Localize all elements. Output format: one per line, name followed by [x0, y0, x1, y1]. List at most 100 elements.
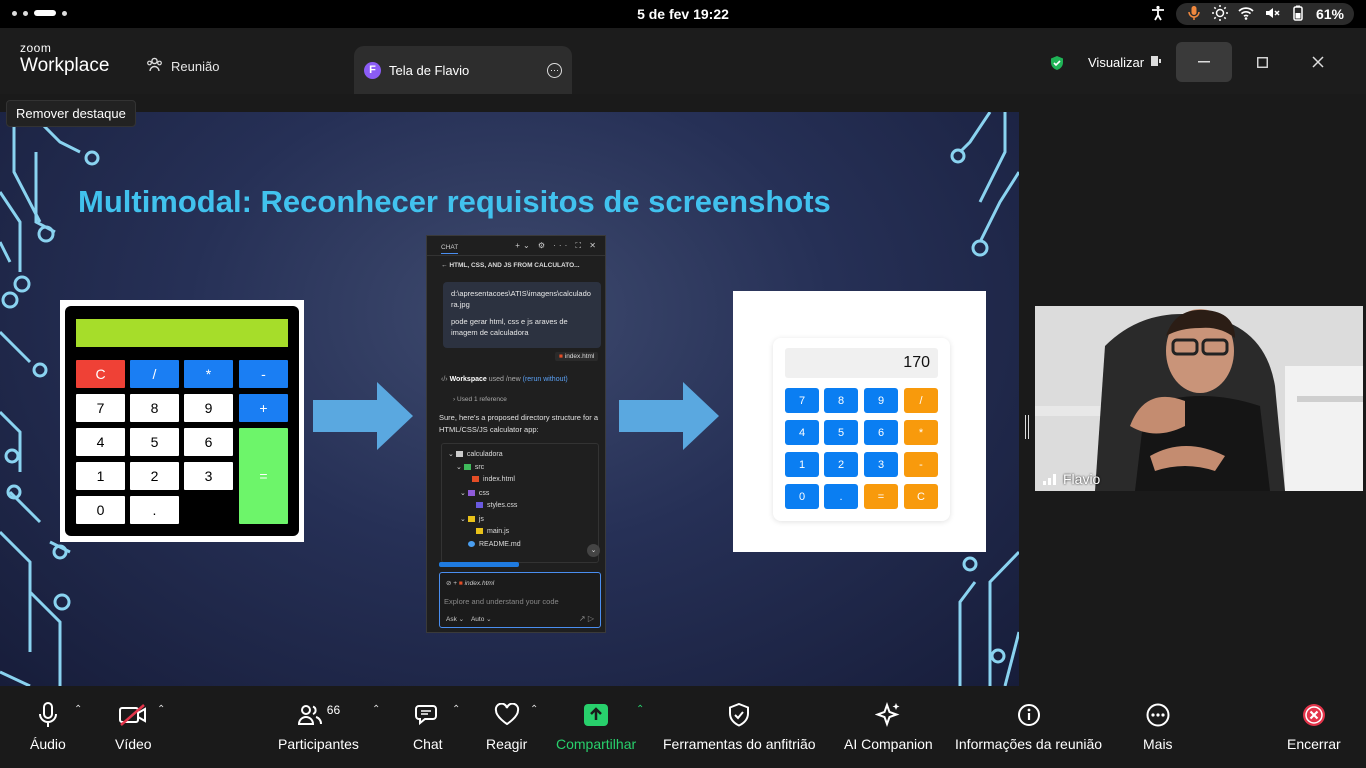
gen-key: 3 — [864, 452, 898, 477]
accessibility-icon — [1150, 5, 1166, 24]
calc-key: 5 — [130, 428, 179, 456]
tree-item: main.js — [476, 528, 509, 535]
zoom-workplace-logo: zoom Workplace — [20, 41, 110, 76]
video-off-icon — [119, 704, 147, 726]
participant-video-frame — [1035, 306, 1363, 491]
calc-key: 8 — [130, 394, 179, 422]
meeting-info-button[interactable]: Informações da reunião — [955, 700, 1102, 752]
tab-meeting-label: Reunião — [171, 58, 220, 74]
security-shield-icon[interactable] — [1049, 55, 1065, 76]
ai-companion-button[interactable]: AI Companion — [844, 700, 933, 752]
tree-item: ⌄ src — [456, 464, 485, 471]
calc-key: 1 — [76, 462, 125, 490]
close-window-button[interactable] — [1290, 42, 1346, 82]
chat-icon — [414, 705, 437, 726]
chat-options-chevron-icon[interactable]: ⌃ — [452, 704, 460, 715]
panel-resize-handle[interactable] — [1025, 415, 1029, 439]
slide-title: Multimodal: Reconhecer requisitos de scr… — [78, 184, 831, 219]
info-icon — [1017, 704, 1040, 726]
view-button[interactable]: Visualizar — [1088, 55, 1162, 70]
mute-icon — [1264, 5, 1280, 24]
prompt-text: pode gerar html, css e js araves de imag… — [451, 317, 568, 337]
generated-calculator: 170 7 8 9 / 4 5 6 * 1 2 3 - 0 . = C — [773, 338, 950, 521]
calc-key: 4 — [76, 428, 125, 456]
attachment-chip: ■ index.html — [555, 352, 599, 361]
audio-label: Áudio — [30, 736, 66, 752]
share-screen-button[interactable]: Compartilhar — [556, 700, 636, 752]
input-calculator-image: C / * - 7 8 9 + 4 5 6 = 1 2 3 0 . — [60, 300, 304, 542]
video-options-chevron-icon[interactable]: ⌃ — [157, 704, 165, 715]
ai-companion-label: AI Companion — [844, 736, 933, 752]
remove-spotlight-tooltip[interactable]: Remover destaque — [6, 100, 136, 127]
gen-key: - — [904, 452, 938, 477]
participant-name-label: Flavio — [1043, 471, 1100, 487]
chat-input-placeholder: Explore and understand your code — [444, 597, 559, 606]
system-status-bar: 5 de fev 19:22 61% — [0, 0, 1366, 28]
gen-key: = — [864, 484, 898, 509]
sharer-avatar: F — [364, 61, 381, 79]
share-label: Compartilhar — [556, 736, 637, 752]
host-tools-button[interactable]: Ferramentas do anfitrião — [663, 700, 816, 752]
calc-key: 6 — [184, 428, 233, 456]
status-icons-group: 61% — [1175, 3, 1354, 25]
prompt-path: d:\apresentacoes\ATIS\imagens\calculador… — [451, 289, 591, 309]
calc-key: . — [130, 496, 179, 524]
right-arrow-icon — [619, 382, 719, 450]
chat-input-box: ⊘ + ■ index.html Explore and understand … — [439, 572, 601, 628]
file-tree: ⌄ calculadora ⌄ src index.html ⌄ css sty… — [441, 443, 600, 563]
gen-key: . — [824, 484, 858, 509]
calc-key: - — [239, 360, 288, 388]
more-label: Mais — [1143, 736, 1173, 752]
tree-item: README.md — [468, 541, 521, 548]
gen-key: 9 — [864, 388, 898, 413]
gen-key: 5 — [824, 420, 858, 445]
calculator-display — [76, 319, 288, 347]
gen-key: 4 — [785, 420, 819, 445]
chat-title: ← HTML, CSS, AND JS FROM CALCULATO... — [441, 262, 580, 269]
calc-key: * — [184, 360, 233, 388]
react-options-chevron-icon[interactable]: ⌃ — [530, 704, 538, 715]
battery-icon — [1290, 5, 1306, 24]
end-meeting-icon — [1302, 704, 1325, 726]
participants-options-chevron-icon[interactable]: ⌃ — [372, 704, 380, 715]
participants-button[interactable]: 66 Participantes — [278, 700, 359, 752]
calc-key: C — [76, 360, 125, 388]
calc-key: / — [130, 360, 179, 388]
tab-meeting[interactable]: Reunião — [146, 56, 219, 76]
meeting-controls-toolbar: Áudio ⌃ Vídeo ⌃ 66 Participantes ⌃ Chat … — [0, 686, 1366, 768]
video-button[interactable]: Vídeo — [115, 700, 152, 752]
signal-strength-icon — [1043, 474, 1056, 485]
minimize-icon — [1198, 61, 1210, 63]
minimize-button[interactable] — [1176, 42, 1232, 82]
used-reference: › Used 1 reference — [453, 396, 507, 403]
tree-item: index.html — [472, 476, 515, 483]
right-arrow-icon — [313, 382, 413, 450]
meeting-icon — [146, 56, 163, 76]
share-options-chevron-icon[interactable]: ⌃ — [636, 704, 644, 715]
zoom-title-bar: zoom Workplace Reunião F Tela de Flavio … — [0, 28, 1366, 94]
tab-screen-share[interactable]: F Tela de Flavio ··· — [354, 46, 572, 94]
end-meeting-button[interactable]: Encerrar — [1287, 700, 1341, 752]
react-button[interactable]: Reagir — [486, 700, 527, 752]
output-calculator-image: 170 7 8 9 / 4 5 6 * 1 2 3 - 0 . = C — [733, 291, 986, 552]
end-meeting-label: Encerrar — [1287, 736, 1341, 752]
gen-key: 2 — [824, 452, 858, 477]
calculator-body: C / * - 7 8 9 + 4 5 6 = 1 2 3 0 . — [65, 306, 299, 536]
audio-button[interactable]: Áudio — [30, 700, 66, 752]
gen-key: C — [904, 484, 938, 509]
meeting-info-label: Informações da reunião — [955, 736, 1103, 752]
maximize-button[interactable] — [1234, 42, 1290, 82]
chat-button[interactable]: Chat — [413, 700, 443, 752]
microphone-icon — [38, 702, 57, 727]
mic-active-icon — [1186, 5, 1202, 24]
more-button[interactable]: Mais — [1143, 700, 1173, 752]
react-label: Reagir — [486, 736, 528, 752]
view-layout-icon — [1150, 55, 1162, 70]
participant-video-tile[interactable]: Flavio — [1035, 306, 1363, 491]
audio-options-chevron-icon[interactable]: ⌃ — [74, 704, 82, 715]
view-label: Visualizar — [1088, 55, 1145, 70]
more-options-icon[interactable]: ··· — [547, 62, 562, 78]
heart-icon — [494, 703, 519, 726]
calc-key: + — [239, 394, 288, 422]
chat-mode-selectors: Ask ⌄ Auto ⌄ — [446, 616, 492, 623]
